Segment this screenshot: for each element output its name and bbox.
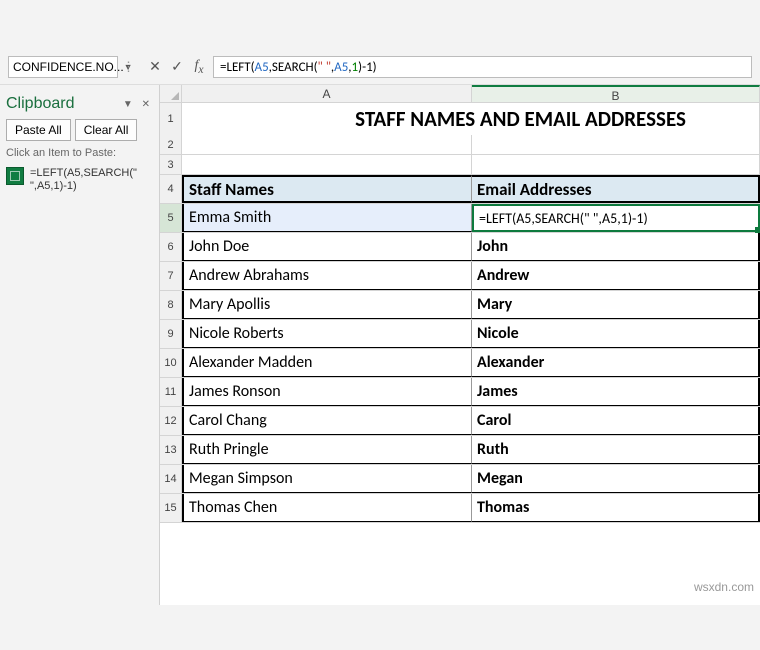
row-header[interactable]: 8 — [160, 291, 182, 319]
name-box-value: CONFIDENCE.NO... — [13, 60, 124, 74]
row-header[interactable]: 14 — [160, 465, 182, 493]
select-all-corner[interactable] — [160, 85, 182, 102]
fill-handle[interactable] — [755, 227, 760, 233]
cell-email[interactable]: Ruth — [472, 436, 760, 464]
row-header[interactable]: 10 — [160, 349, 182, 377]
row-header[interactable]: 2 — [160, 135, 182, 154]
clipboard-title: Clipboard — [6, 95, 74, 113]
enter-icon[interactable]: ✓ — [167, 58, 187, 75]
cell-staff-name[interactable]: John Doe — [182, 233, 472, 261]
cell-email[interactable]: Thomas — [472, 494, 760, 522]
cell[interactable] — [182, 135, 472, 154]
cell-staff-name[interactable]: Andrew Abrahams — [182, 262, 472, 290]
row-header[interactable]: 5 — [160, 204, 182, 232]
spreadsheet-grid[interactable]: A B 1 STAFF NAMES AND EMAIL ADDRESSES 2 … — [160, 85, 760, 605]
cell-email[interactable]: James — [472, 378, 760, 406]
row-header[interactable]: 12 — [160, 407, 182, 435]
cell-email[interactable]: Carol — [472, 407, 760, 435]
row-header[interactable]: 11 — [160, 378, 182, 406]
formula-input[interactable]: =LEFT( A5 ,SEARCH( " " , A5 , 1 )-1) — [213, 56, 752, 78]
cell-staff-name[interactable]: James Ronson — [182, 378, 472, 406]
row-header[interactable]: 7 — [160, 262, 182, 290]
cell-staff-name[interactable]: Thomas Chen — [182, 494, 472, 522]
cell[interactable] — [182, 155, 472, 174]
cell-staff-name[interactable]: Carol Chang — [182, 407, 472, 435]
name-box[interactable]: CONFIDENCE.NO... ▼ — [8, 56, 118, 78]
row-header[interactable]: 1 — [160, 103, 182, 135]
row-header[interactable]: 15 — [160, 494, 182, 522]
row-header[interactable]: 6 — [160, 233, 182, 261]
header-email-addresses[interactable]: Email Addresses — [472, 175, 760, 203]
cell[interactable] — [472, 155, 760, 174]
watermark: wsxdn.com — [694, 580, 754, 594]
paste-all-button[interactable]: Paste All — [6, 119, 71, 141]
column-header-B[interactable]: B — [472, 85, 760, 102]
formula-bar-buttons: ✕ ✓ fx — [145, 58, 209, 76]
cell-email[interactable]: Alexander — [472, 349, 760, 377]
cell-email[interactable]: Andrew — [472, 262, 760, 290]
column-header-A[interactable]: A — [182, 85, 472, 102]
header-staff-names[interactable]: Staff Names — [182, 175, 472, 203]
clipboard-item[interactable]: =LEFT(A5,SEARCH(" ",A5,1)-1) — [6, 167, 153, 193]
cell-staff-name[interactable]: Emma Smith — [182, 204, 472, 232]
formula-bar: CONFIDENCE.NO... ▼ ⋮ ✕ ✓ fx =LEFT( A5 ,S… — [0, 50, 760, 85]
cell[interactable] — [472, 135, 760, 154]
cell-staff-name[interactable]: Alexander Madden — [182, 349, 472, 377]
cell-email[interactable]: Megan — [472, 465, 760, 493]
cell-email[interactable]: John — [472, 233, 760, 261]
clear-all-button[interactable]: Clear All — [75, 119, 138, 141]
cell-editing[interactable]: =LEFT(A5,SEARCH(" ",A5,1)-1) — [472, 204, 760, 232]
fx-icon[interactable]: fx — [189, 58, 209, 76]
chevron-down-icon[interactable]: ▼ — [123, 99, 136, 110]
cell-email[interactable]: Mary — [472, 291, 760, 319]
row-header[interactable]: 4 — [160, 175, 182, 203]
formula-ref: A5 — [255, 60, 269, 75]
formula-text: ,SEARCH( — [269, 60, 318, 75]
row-header[interactable]: 3 — [160, 155, 182, 174]
row-header[interactable]: 13 — [160, 436, 182, 464]
divider: ⋮ — [122, 59, 135, 75]
cell-staff-name[interactable]: Ruth Pringle — [182, 436, 472, 464]
excel-icon — [6, 167, 24, 185]
row-header[interactable]: 9 — [160, 320, 182, 348]
formula-string: " " — [318, 60, 331, 75]
clipboard-hint: Click an Item to Paste: — [6, 147, 153, 159]
close-icon[interactable]: ✕ — [142, 99, 153, 110]
cell-staff-name[interactable]: Megan Simpson — [182, 465, 472, 493]
clipboard-item-text: =LEFT(A5,SEARCH(" ",A5,1)-1) — [30, 167, 153, 193]
cell-email[interactable]: Nicole — [472, 320, 760, 348]
cell-staff-name[interactable]: Nicole Roberts — [182, 320, 472, 348]
clipboard-pane: Clipboard ▼ ✕ Paste All Clear All Click … — [0, 85, 160, 605]
sheet-title[interactable]: STAFF NAMES AND EMAIL ADDRESSES — [182, 103, 760, 135]
formula-text: )-1) — [358, 60, 376, 75]
cancel-icon[interactable]: ✕ — [145, 58, 165, 75]
formula-ref: A5 — [334, 60, 348, 75]
formula-text: =LEFT( — [220, 60, 255, 75]
cell-staff-name[interactable]: Mary Apollis — [182, 291, 472, 319]
formula-number: 1 — [352, 60, 359, 75]
